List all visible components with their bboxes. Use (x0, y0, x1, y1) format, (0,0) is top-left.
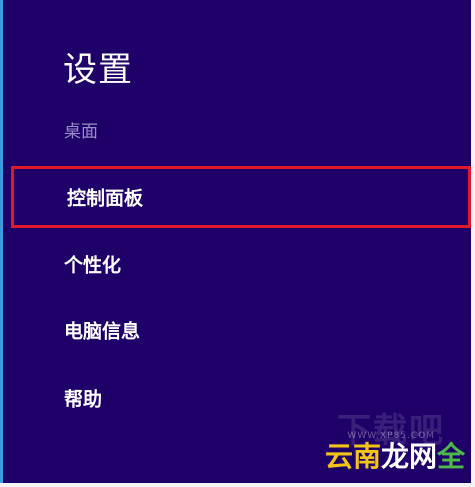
menu-item-control-panel[interactable]: 控制面板 (11, 166, 471, 228)
watermark-brand-part3: 全 (436, 440, 465, 473)
menu-item-label: 电脑信息 (64, 320, 141, 343)
panel-subtitle: 桌面 (64, 122, 98, 142)
menu-item-personalize[interactable]: 个性化 (11, 234, 471, 294)
menu-item-label: 帮助 (64, 388, 103, 411)
watermark-logo: 下载吧 WWW.XP85.COM 云南龙网全 (315, 407, 465, 477)
watermark-brand: 云南龙网全 (325, 435, 465, 475)
menu-item-pc-info[interactable]: 电脑信息 (11, 300, 471, 360)
watermark-brand-part1: 云南 (324, 440, 381, 473)
watermark-brand-part2: 龙网 (380, 440, 437, 473)
menu-item-label: 个性化 (64, 254, 122, 277)
settings-charm-panel: 设置 桌面 控制面板 个性化 电脑信息 帮助 下载吧 WWW.XP85.COM … (0, 0, 471, 483)
panel-title: 设置 (63, 50, 133, 90)
menu-item-label: 控制面板 (67, 187, 144, 210)
